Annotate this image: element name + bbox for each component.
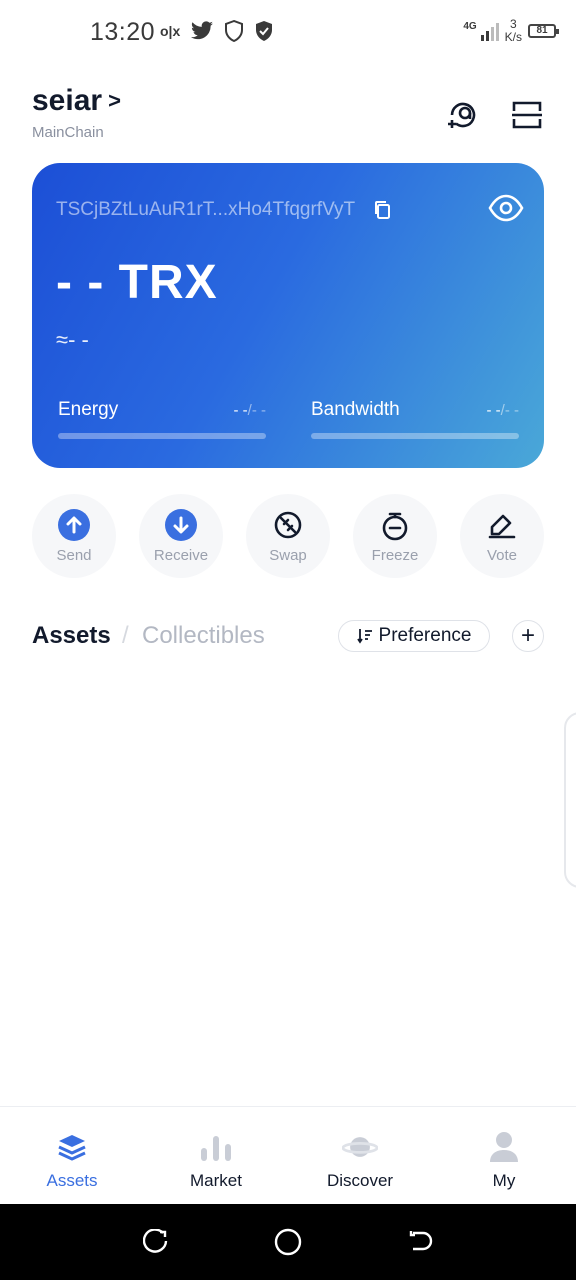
status-time: 13:20 bbox=[90, 18, 156, 46]
preference-button[interactable]: Preference bbox=[338, 620, 490, 652]
address-row: TSCjBZtLuAuR1rT...xHo4TfqgrfVyT bbox=[56, 199, 391, 221]
signal-icon: 4G bbox=[463, 21, 499, 41]
chevron-right-icon: > bbox=[108, 88, 121, 113]
nav-assets-label: Assets bbox=[46, 1171, 98, 1190]
tab-collectibles[interactable]: Collectibles bbox=[142, 622, 265, 650]
net-speed-value: 3 bbox=[509, 17, 517, 31]
energy-resource[interactable]: Energy - -/- - bbox=[58, 399, 266, 439]
switch-account-button[interactable] bbox=[446, 98, 480, 132]
asset-tabs: Assets / Collectibles Preference + bbox=[32, 618, 544, 654]
vote-label: Vote bbox=[486, 546, 518, 564]
arrow-up-icon bbox=[58, 508, 90, 541]
energy-value-total: /- - bbox=[247, 401, 266, 419]
net-speed-unit: K/s bbox=[504, 30, 522, 44]
recent-apps-icon bbox=[143, 1229, 168, 1253]
network-type: 4G bbox=[463, 21, 477, 32]
freeze-button[interactable]: Freeze bbox=[353, 494, 437, 578]
wallet-name: seiar bbox=[32, 84, 103, 117]
receive-button[interactable]: Receive bbox=[139, 494, 223, 578]
energy-label: Energy bbox=[58, 399, 119, 420]
wallet-card[interactable]: TSCjBZtLuAuR1rT...xHo4TfqgrfVyT - - TRX … bbox=[32, 163, 544, 468]
olx-icon: o|x bbox=[160, 23, 181, 39]
vote-icon bbox=[486, 509, 518, 541]
home-button[interactable] bbox=[268, 1222, 308, 1262]
energy-value-main: - - bbox=[233, 401, 248, 419]
nav-my-label: My bbox=[492, 1171, 516, 1190]
tab-separator: / bbox=[122, 622, 129, 649]
recent-apps-button[interactable] bbox=[136, 1222, 176, 1262]
planet-icon bbox=[342, 1129, 378, 1165]
tab-assets[interactable]: Assets bbox=[32, 622, 111, 650]
bandwidth-value-main: - - bbox=[486, 401, 501, 419]
send-label: Send bbox=[56, 546, 92, 564]
layers-icon bbox=[54, 1129, 90, 1165]
account-switch-icon bbox=[448, 102, 476, 128]
bottom-nav: Assets Market Discover My bbox=[0, 1106, 576, 1204]
header-actions bbox=[446, 98, 544, 132]
energy-value: - -/- - bbox=[234, 402, 267, 419]
status-bar: 13:20 o|x 4G 3 K/s 81 bbox=[0, 0, 576, 64]
bandwidth-progress-bar bbox=[311, 433, 519, 439]
nav-discover-label: Discover bbox=[326, 1171, 394, 1190]
bandwidth-value-total: /- - bbox=[500, 401, 519, 419]
nav-market[interactable]: Market bbox=[144, 1107, 288, 1204]
battery-icon: 81 bbox=[528, 24, 559, 38]
arrow-down-icon bbox=[165, 508, 197, 541]
system-nav-bar bbox=[0, 1204, 576, 1280]
bandwidth-resource[interactable]: Bandwidth - -/- - bbox=[311, 399, 519, 439]
quick-actions: Send Receive Swap Freeze Vote bbox=[32, 494, 544, 578]
receive-label: Receive bbox=[153, 546, 209, 564]
shield-check-icon bbox=[256, 21, 273, 41]
nav-discover[interactable]: Discover bbox=[288, 1107, 432, 1204]
swap-label: Swap bbox=[269, 546, 307, 564]
status-notification-icons: o|x bbox=[160, 20, 274, 42]
scan-button[interactable] bbox=[510, 98, 544, 132]
nav-my[interactable]: My bbox=[432, 1107, 576, 1204]
send-button[interactable]: Send bbox=[32, 494, 116, 578]
freeze-icon bbox=[379, 509, 411, 541]
add-token-button[interactable]: + bbox=[512, 620, 544, 652]
net-speed: 3 K/s bbox=[505, 18, 522, 44]
status-system-icons: 4G 3 K/s 81 bbox=[463, 18, 559, 44]
swap-icon bbox=[272, 509, 304, 541]
preference-label: Preference bbox=[378, 625, 472, 646]
person-icon bbox=[486, 1129, 522, 1165]
fiat-balance: ≈- - bbox=[56, 327, 89, 352]
shield-outline-icon bbox=[225, 20, 244, 42]
nav-assets[interactable]: Assets bbox=[0, 1107, 144, 1204]
swap-button[interactable]: Swap bbox=[246, 494, 330, 578]
nav-market-label: Market bbox=[190, 1171, 242, 1190]
eye-icon bbox=[488, 194, 524, 222]
freeze-label: Freeze bbox=[371, 546, 419, 564]
wallet-header: seiar > MainChain bbox=[32, 84, 544, 154]
vote-button[interactable]: Vote bbox=[460, 494, 544, 578]
copy-icon[interactable] bbox=[373, 200, 391, 220]
bar-chart-icon bbox=[198, 1129, 234, 1165]
twitter-icon bbox=[191, 21, 214, 40]
toggle-balance-visibility-button[interactable] bbox=[488, 193, 524, 223]
back-icon bbox=[409, 1231, 433, 1251]
sort-icon bbox=[356, 629, 372, 644]
back-button[interactable] bbox=[400, 1222, 440, 1262]
scan-icon bbox=[512, 101, 542, 129]
bandwidth-value: - -/- - bbox=[487, 402, 520, 419]
side-drawer-handle[interactable] bbox=[564, 712, 576, 888]
bandwidth-label: Bandwidth bbox=[311, 399, 400, 420]
trx-balance: - - TRX bbox=[56, 256, 218, 309]
wallet-address: TSCjBZtLuAuR1rT...xHo4TfqgrfVyT bbox=[56, 199, 356, 220]
energy-progress-bar bbox=[58, 433, 266, 439]
home-circle-icon bbox=[274, 1228, 302, 1256]
